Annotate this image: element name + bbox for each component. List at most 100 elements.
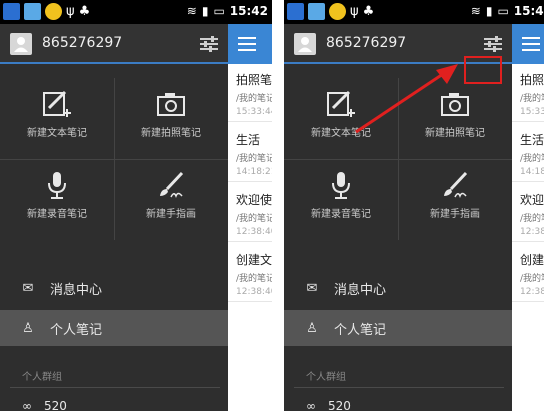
image-notification-icon bbox=[24, 3, 41, 20]
menu-item-personal-notes[interactable]: ♙ 个人笔记 bbox=[284, 310, 512, 346]
wifi-icon: ≋ bbox=[186, 4, 197, 18]
app-notification-icon bbox=[287, 3, 304, 20]
wifi-icon: ≋ bbox=[470, 4, 481, 18]
brush-icon bbox=[160, 171, 184, 199]
menu-item-messages[interactable]: ✉ 消息中心 bbox=[0, 270, 228, 306]
new-finger-paint-button[interactable]: 新建手指画 bbox=[114, 159, 228, 240]
note-title: 生活 bbox=[236, 133, 261, 147]
menu-label: 个人笔记 bbox=[334, 322, 387, 338]
notes-header bbox=[512, 24, 544, 64]
note-title: 创建文 bbox=[236, 253, 272, 267]
note-time: 14:18:21 bbox=[236, 167, 272, 177]
note-path: /我的笔 bbox=[520, 274, 544, 284]
app-notification-icon bbox=[45, 3, 62, 20]
notes-header bbox=[228, 24, 272, 64]
battery-icon: ▭ bbox=[497, 4, 509, 18]
grid-label: 新建拍照笔记 bbox=[425, 128, 485, 139]
camera-icon bbox=[157, 93, 185, 116]
list-item[interactable]: 欢迎使用 /我的笔记 12:38:40 bbox=[228, 186, 272, 242]
notes-list: 拍照笔 /我的笔 15:33: 生活 /我的笔 14:18:2 欢迎使 /我的笔… bbox=[512, 24, 544, 411]
screenshot-stage: ψ ♣ ≋ ▮ ▭ 15:42 865276297 新建文本笔记 新建拍照笔记 … bbox=[0, 0, 544, 411]
list-item[interactable]: 创建文 /我的笔 12:38: bbox=[512, 246, 544, 302]
note-title: 拍照笔 bbox=[520, 73, 544, 87]
app-notification-icon bbox=[3, 3, 20, 20]
group-label: 520 bbox=[328, 399, 351, 411]
note-time: 14:18:2 bbox=[520, 167, 544, 177]
signal-icon: ▮ bbox=[201, 4, 209, 18]
new-finger-paint-button[interactable]: 新建手指画 bbox=[398, 159, 512, 240]
note-path: /我的笔 bbox=[520, 94, 544, 104]
note-title: 欢迎使 bbox=[520, 193, 544, 207]
new-audio-note-button[interactable]: 新建录音笔记 bbox=[284, 159, 398, 240]
new-text-note-button[interactable]: 新建文本笔记 bbox=[284, 78, 398, 159]
section-label: 个人群组 bbox=[306, 372, 346, 383]
grid-label: 新建手指画 bbox=[430, 209, 480, 220]
group-icon: ∞ bbox=[22, 399, 32, 411]
grid-label: 新建拍照笔记 bbox=[141, 128, 201, 139]
grid-divider bbox=[0, 159, 228, 160]
menu-icon[interactable] bbox=[238, 37, 256, 51]
avatar[interactable] bbox=[294, 33, 316, 55]
grid-label: 新建录音笔记 bbox=[311, 209, 371, 220]
microphone-icon bbox=[332, 172, 350, 199]
note-title: 创建文 bbox=[520, 253, 544, 267]
list-item[interactable]: 欢迎使 /我的笔 12:38: bbox=[512, 186, 544, 242]
menu-label: 消息中心 bbox=[334, 282, 387, 298]
section-label: 个人群组 bbox=[22, 372, 62, 383]
new-photo-note-button[interactable]: 新建拍照笔记 bbox=[398, 78, 512, 159]
list-item[interactable]: 创建文 /我的笔记 12:38:40 bbox=[228, 246, 272, 302]
note-time: 15:33:44 bbox=[236, 107, 272, 117]
menu-label: 个人笔记 bbox=[50, 322, 103, 338]
clock: 15:42 bbox=[229, 4, 268, 18]
divider bbox=[10, 387, 220, 388]
phone-screen-right: ψ ♣ ≋ ▮ ▭ 15:42 865276297 bbox=[284, 0, 544, 411]
new-text-note-button[interactable]: 新建文本笔记 bbox=[0, 78, 114, 159]
group-item[interactable]: ∞ 520 bbox=[306, 399, 351, 411]
list-item[interactable]: 拍照笔记 /我的笔记 15:33:44 bbox=[228, 66, 272, 122]
microphone-icon bbox=[48, 172, 66, 199]
new-photo-note-button[interactable]: 新建拍照笔记 bbox=[114, 78, 228, 159]
status-bar: ψ ♣ ≋ ▮ ▭ 15:42 bbox=[0, 0, 272, 24]
app-notification-icon bbox=[329, 3, 346, 20]
brush-icon bbox=[444, 171, 468, 199]
list-item[interactable]: 生活 /我的笔记 14:18:21 bbox=[228, 126, 272, 182]
note-title: 欢迎使用 bbox=[236, 193, 272, 207]
group-label: 520 bbox=[44, 399, 67, 411]
avatar[interactable] bbox=[10, 33, 32, 55]
navigation-drawer: 865276297 新建文本笔记 新建拍照笔记 新建录音笔记 新建手指画 ✉ 消… bbox=[0, 24, 228, 411]
phone-screen-left: ψ ♣ ≋ ▮ ▭ 15:42 865276297 新建文本笔记 新建拍照笔记 … bbox=[0, 0, 272, 411]
menu-icon[interactable] bbox=[522, 37, 540, 51]
settings-sliders-icon[interactable] bbox=[482, 33, 504, 55]
note-path: /我的笔 bbox=[520, 154, 544, 164]
status-bar: ψ ♣ ≋ ▮ ▭ 15:42 bbox=[284, 0, 544, 24]
notes-list: 拍照笔记 /我的笔记 15:33:44 生活 /我的笔记 14:18:21 欢迎… bbox=[228, 24, 272, 411]
grid-label: 新建录音笔记 bbox=[27, 209, 87, 220]
menu-item-personal-notes[interactable]: ♙ 个人笔记 bbox=[0, 310, 228, 346]
username: 865276297 bbox=[326, 35, 407, 51]
new-text-note-icon bbox=[327, 90, 355, 117]
android-icon: ♣ bbox=[78, 4, 91, 19]
group-item[interactable]: ∞ 520 bbox=[22, 399, 67, 411]
mail-icon: ✉ bbox=[22, 280, 34, 296]
note-time: 12:38:40 bbox=[236, 227, 272, 237]
person-icon: ♙ bbox=[22, 320, 34, 336]
note-time: 15:33: bbox=[520, 107, 544, 117]
grid-label: 新建手指画 bbox=[146, 209, 196, 220]
list-item[interactable]: 生活 /我的笔 14:18:2 bbox=[512, 126, 544, 182]
group-icon: ∞ bbox=[306, 399, 316, 411]
grid-label: 新建文本笔记 bbox=[27, 128, 87, 139]
note-path: /我的笔记 bbox=[236, 154, 272, 164]
settings-sliders-icon[interactable] bbox=[198, 33, 220, 55]
menu-item-messages[interactable]: ✉ 消息中心 bbox=[284, 270, 512, 306]
mail-icon: ✉ bbox=[306, 280, 318, 296]
camera-icon bbox=[441, 93, 469, 116]
note-time: 12:38: bbox=[520, 287, 544, 297]
new-audio-note-button[interactable]: 新建录音笔记 bbox=[0, 159, 114, 240]
note-path: /我的笔记 bbox=[236, 214, 272, 224]
usb-icon: ψ bbox=[350, 4, 359, 19]
list-item[interactable]: 拍照笔 /我的笔 15:33: bbox=[512, 66, 544, 122]
username: 865276297 bbox=[42, 35, 123, 51]
note-time: 12:38: bbox=[520, 227, 544, 237]
grid-label: 新建文本笔记 bbox=[311, 128, 371, 139]
android-icon: ♣ bbox=[362, 4, 375, 19]
